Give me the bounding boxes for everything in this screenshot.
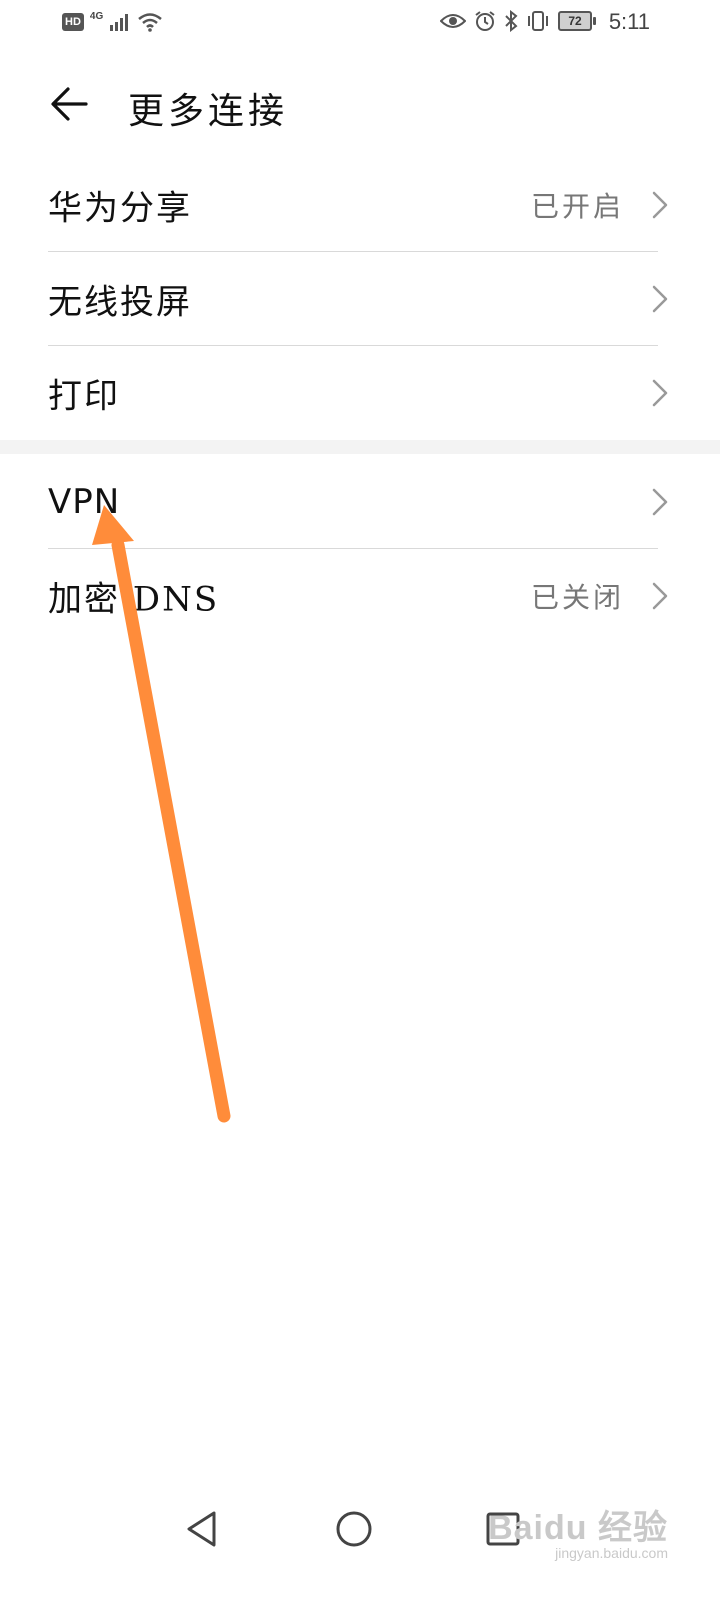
back-button[interactable] <box>46 80 94 128</box>
status-left: HD 4G <box>62 10 163 32</box>
alarm-icon <box>475 11 495 31</box>
settings-item-label: VPN <box>48 482 121 522</box>
chevron-right-icon <box>652 488 668 516</box>
page-title: 更多连接 <box>128 91 289 132</box>
wifi-icon <box>138 13 163 32</box>
battery-icon: 72 <box>558 11 596 31</box>
home-circle-icon <box>336 1511 372 1547</box>
signal-icon <box>110 14 129 31</box>
settings-item-label: 无线投屏 <box>48 282 192 323</box>
chevron-right-icon <box>652 285 668 313</box>
nav-home-button[interactable] <box>329 1504 379 1554</box>
settings-group-1: 华为分享 已开启 无线投屏 打印 <box>0 158 720 440</box>
settings-item-print[interactable]: 打印 <box>0 346 720 440</box>
baidu-watermark: Baidu 经验 jingyan.baidu.com <box>488 1500 668 1561</box>
settings-item-label: 打印 <box>48 376 120 417</box>
chevron-right-icon <box>652 191 668 219</box>
status-right: 72 <box>440 10 596 32</box>
eye-icon <box>440 14 466 28</box>
back-triangle-icon <box>187 1511 216 1547</box>
bluetooth-icon <box>505 10 518 32</box>
settings-item-label: 华为分享 <box>48 188 192 229</box>
status-bar: HD 4G 72 5:11 <box>0 0 720 48</box>
settings-group-2: VPN 加密 DNS 已关闭 <box>0 455 720 643</box>
status-time: 5:11 <box>608 9 650 34</box>
back-arrow-icon <box>51 87 88 121</box>
nav-back-button[interactable] <box>178 1504 228 1554</box>
chevron-right-icon <box>652 379 668 407</box>
settings-item-wireless-projection[interactable]: 无线投屏 <box>0 252 720 346</box>
settings-item-status: 已开启 <box>530 190 624 223</box>
settings-item-huawei-share[interactable]: 华为分享 已开启 <box>0 158 720 252</box>
vibrate-icon <box>528 11 548 31</box>
settings-item-status: 已关闭 <box>530 581 624 614</box>
watermark-logo-text: Baidu 经验 <box>488 1509 668 1547</box>
chevron-right-icon <box>652 582 668 610</box>
network-type: 4G <box>89 10 104 22</box>
group-separator <box>0 440 720 454</box>
page-header: 更多连接 <box>0 72 720 136</box>
settings-item-encrypted-dns[interactable]: 加密 DNS 已关闭 <box>0 549 720 643</box>
settings-item-label: 加密 DNS <box>48 579 220 620</box>
settings-item-vpn[interactable]: VPN <box>0 455 720 549</box>
hd-badge: HD <box>62 13 84 31</box>
